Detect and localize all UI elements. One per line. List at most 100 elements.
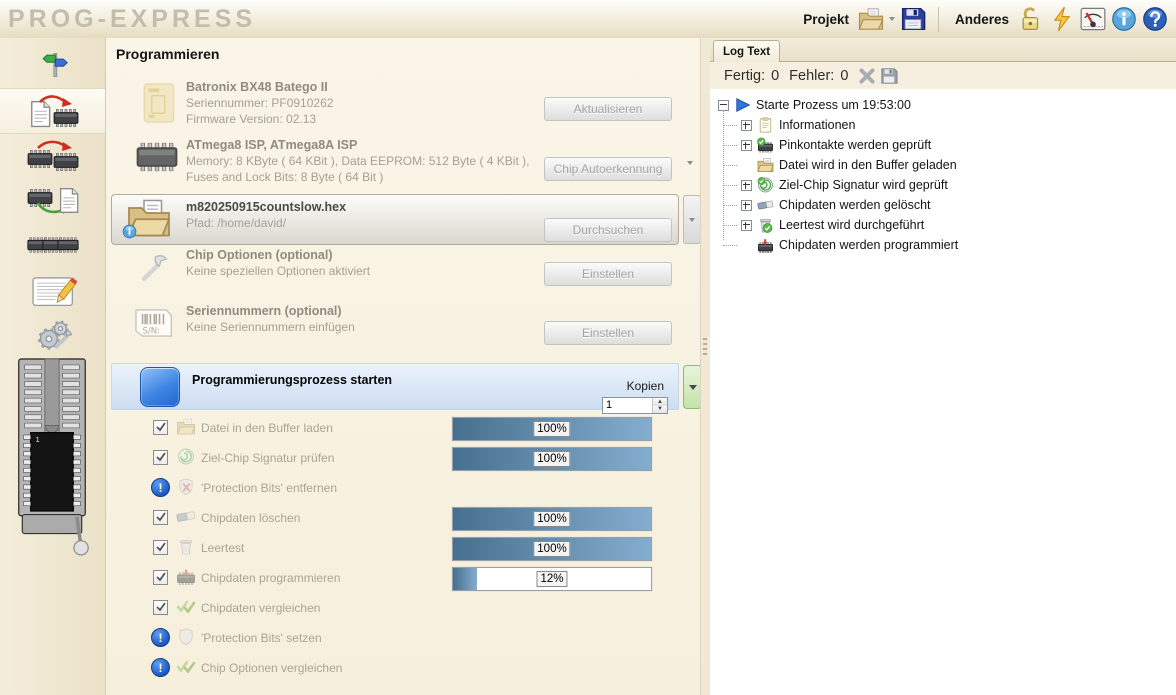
tree-item[interactable]: Starte Prozess um 19:53:00 <box>718 95 1176 115</box>
chip-autoerkennung-button[interactable]: Chip Autoerkennung <box>544 157 672 181</box>
sidebar-item-program-file-to-chip[interactable] <box>0 88 105 134</box>
start-process-title: Programmierungsprozess starten <box>192 373 392 387</box>
checkbox-checked[interactable] <box>153 450 168 465</box>
process-row: Chipdaten programmieren 12% <box>106 567 700 591</box>
project-dropdown-caret[interactable] <box>889 17 895 21</box>
progress-bar: 100% <box>452 447 652 471</box>
chip-options-einstellen-button[interactable]: Einstellen <box>544 262 672 286</box>
process-row-label: 'Protection Bits' setzen <box>201 631 322 645</box>
chip-dropdown-caret[interactable] <box>687 161 693 165</box>
edit-buffer-icon <box>26 271 80 309</box>
trash-check-icon <box>757 217 774 233</box>
process-row: Chipdaten löschen 100% <box>106 507 700 531</box>
chip-options-title: Chip Optionen (optional) <box>186 248 333 262</box>
tree-item[interactable]: Informationen <box>741 115 1176 135</box>
start-process-header: Programmierungsprozess starten Kopien 1 … <box>111 363 679 410</box>
copies-value[interactable]: 1 <box>603 398 652 413</box>
sidebar-item-read-chip-to-file[interactable] <box>0 178 105 222</box>
process-row: ! 'Protection Bits' setzen <box>106 627 700 651</box>
app-logo: PROG-EXPRESS <box>8 5 256 34</box>
process-row-label: Chipdaten vergleichen <box>201 601 320 615</box>
file-path: Pfad: /home/david/ <box>186 216 286 230</box>
file-name: m820250915countslow.hex <box>186 200 346 214</box>
expand-toggle[interactable] <box>741 140 752 151</box>
process-row: Ziel-Chip Signatur prüfen 100% <box>106 447 700 471</box>
tree-item[interactable]: Chipdaten werden programmiert <box>741 235 1176 255</box>
eraser-icon <box>757 197 774 213</box>
lock-icon[interactable] <box>1018 6 1044 32</box>
tree-item[interactable]: Leertest wird durchgeführt <box>741 215 1176 235</box>
play-icon <box>734 97 751 113</box>
shield-remove-icon <box>176 478 196 495</box>
gauge-icon[interactable] <box>1080 6 1106 32</box>
expand-toggle[interactable] <box>741 180 752 191</box>
sidebar-item-multi-program[interactable] <box>0 223 105 267</box>
aktualisieren-button[interactable]: Aktualisieren <box>544 97 672 121</box>
durchsuchen-button[interactable]: Durchsuchen <box>544 218 672 242</box>
app-window: PROG-EXPRESS Projekt Anderes <box>0 0 1176 695</box>
process-row-label: Ziel-Chip Signatur prüfen <box>201 451 334 465</box>
device-name: Batronix BX48 Batego II <box>186 80 328 94</box>
signature-check-icon <box>757 177 774 193</box>
shield-icon <box>176 628 196 645</box>
sidebar-item-settings[interactable] <box>0 313 105 357</box>
progress-value: 100% <box>533 541 570 557</box>
program-chip-icon <box>176 568 196 585</box>
checkbox-checked[interactable] <box>153 540 168 555</box>
log-panel: Log Text Fertig: 0 Fehler: 0 Starte Proz… <box>710 38 1176 695</box>
progress-bar: 100% <box>452 507 652 531</box>
zif-socket-graphic: 1 <box>14 356 90 571</box>
open-project-icon[interactable] <box>858 6 884 32</box>
expand-toggle[interactable] <box>741 200 752 211</box>
save-project-icon[interactable] <box>900 6 926 32</box>
spin-down-button[interactable]: ▼ <box>653 406 667 414</box>
checkbox-checked[interactable] <box>153 510 168 525</box>
progress-value: 100% <box>533 421 570 437</box>
tree-item-label: Leertest wird durchgeführt <box>779 218 924 232</box>
process-row: ! 'Protection Bits' entfernen <box>106 477 700 501</box>
chip-fuses-line: Fuses and Lock Bits: 8 Byte ( 64 Bit ) <box>186 170 383 184</box>
main-panel: Programmieren Batronix BX48 Batego II Se… <box>106 38 700 695</box>
start-process-button[interactable] <box>140 367 180 407</box>
copies-spinner[interactable]: 1 ▲ ▼ <box>602 397 668 414</box>
barcode-icon <box>132 306 174 340</box>
checkbox-checked[interactable] <box>153 420 168 435</box>
help-icon[interactable] <box>1142 6 1168 32</box>
tree-item[interactable]: Ziel-Chip Signatur wird geprüft <box>741 175 1176 195</box>
process-row-label: Chip Optionen vergleichen <box>201 661 342 675</box>
eraser-icon <box>176 508 196 525</box>
tab-log-text[interactable]: Log Text <box>713 40 780 62</box>
progress-bar: 100% <box>452 537 652 561</box>
program-chip-icon <box>757 237 774 253</box>
sidebar-item-start[interactable] <box>0 43 105 87</box>
log-tree: Starte Prozess um 19:53:00 Informationen… <box>710 89 1176 695</box>
tree-item[interactable]: Datei wird in den Buffer geladen <box>741 155 1176 175</box>
spin-up-button[interactable]: ▲ <box>653 398 667 406</box>
file-dropdown-button[interactable] <box>683 195 701 244</box>
fehler-value: 0 <box>840 68 848 84</box>
progress-bar: 100% <box>452 417 652 441</box>
process-row: Leertest 100% <box>106 537 700 561</box>
sidebar-item-edit-buffer[interactable] <box>0 268 105 312</box>
checkbox-checked[interactable] <box>153 570 168 585</box>
expand-toggle[interactable] <box>741 120 752 131</box>
expand-toggle[interactable] <box>741 220 752 231</box>
clear-log-icon[interactable] <box>858 67 876 85</box>
sidebar-item-copy-chip-to-chip[interactable] <box>0 133 105 177</box>
serials-einstellen-button[interactable]: Einstellen <box>544 321 672 345</box>
info-icon[interactable] <box>1111 6 1137 32</box>
folder-file-icon <box>757 157 774 173</box>
chip-options-subtitle: Keine speziellen Optionen aktiviert <box>186 264 370 278</box>
splitter-grip[interactable] <box>703 338 707 358</box>
process-row-label: Chipdaten programmieren <box>201 571 340 585</box>
projekt-menu-label: Projekt <box>803 12 849 27</box>
chip-memory-line: Memory: 8 KByte ( 64 KBit ), Data EEPROM… <box>186 154 529 168</box>
tree-item[interactable]: Pinkontakte werden geprüft <box>741 135 1176 155</box>
save-log-icon[interactable] <box>880 67 898 85</box>
tree-item[interactable]: Chipdaten werden gelöscht <box>741 195 1176 215</box>
checkbox-checked[interactable] <box>153 600 168 615</box>
collapse-toggle[interactable] <box>718 100 729 111</box>
flash-icon[interactable] <box>1049 6 1075 32</box>
log-status-row: Fertig: 0 Fehler: 0 <box>710 62 1176 90</box>
progress-value: 12% <box>536 571 567 587</box>
